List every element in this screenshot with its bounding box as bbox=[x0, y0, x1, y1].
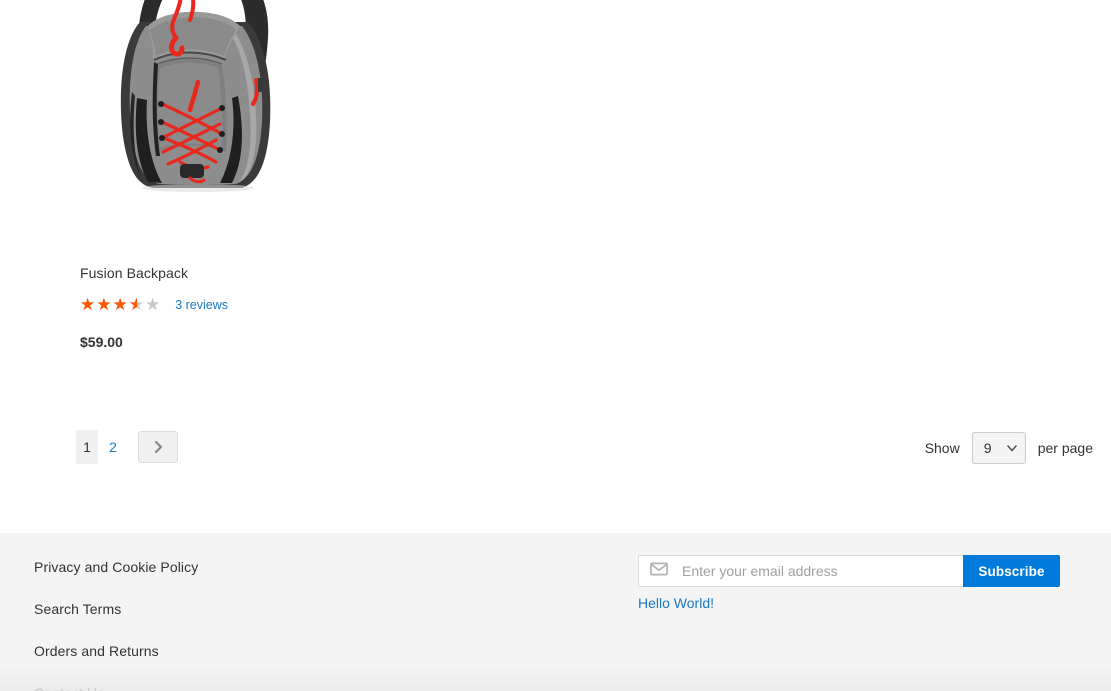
page-root: Fusion Backpack ★★★★★ ★★★★★ 3 reviews $5… bbox=[0, 0, 1111, 691]
footer-link-list: Privacy and Cookie Policy Search Terms O… bbox=[34, 553, 454, 691]
per-page-selected-value: 9 bbox=[983, 440, 992, 456]
per-page-limiter: Show 9 per page bbox=[925, 432, 1093, 464]
footer-link-contact-us[interactable]: Contact Us bbox=[34, 679, 454, 691]
chevron-down-icon bbox=[1006, 442, 1018, 454]
page-footer: Privacy and Cookie Policy Search Terms O… bbox=[0, 533, 1111, 691]
envelope-icon bbox=[650, 562, 668, 580]
newsletter-form: Subscribe bbox=[638, 555, 1060, 587]
chevron-right-icon bbox=[152, 439, 165, 455]
footer-link-orders-and-returns[interactable]: Orders and Returns bbox=[34, 637, 454, 665]
pagination-page-1[interactable]: 1 bbox=[76, 430, 98, 464]
hello-world-link[interactable]: Hello World! bbox=[638, 595, 1062, 611]
product-name-link[interactable]: Fusion Backpack bbox=[80, 264, 320, 284]
products-toolbar: 1 2 Show 9 per page bbox=[0, 418, 1111, 480]
newsletter-subscribe-button[interactable]: Subscribe bbox=[963, 555, 1060, 587]
reviews-count-link[interactable]: 3 reviews bbox=[175, 298, 228, 312]
star-rating-filled-icons: ★★★★★ bbox=[80, 295, 137, 314]
limiter-prefix-label: Show bbox=[924, 440, 960, 456]
footer-link-search-terms[interactable]: Search Terms bbox=[34, 595, 454, 623]
per-page-select[interactable]: 9 bbox=[971, 432, 1026, 464]
newsletter-email-wrapper bbox=[638, 555, 963, 587]
newsletter-signup: Subscribe Hello World! bbox=[638, 555, 1062, 611]
limiter-suffix-label: per page bbox=[1037, 440, 1093, 456]
pagination-next-button[interactable] bbox=[138, 431, 178, 463]
pagination-page-2[interactable]: 2 bbox=[102, 430, 124, 464]
product-rating: ★★★★★ ★★★★★ 3 reviews bbox=[80, 295, 320, 314]
product-list: Fusion Backpack ★★★★★ ★★★★★ 3 reviews $5… bbox=[0, 0, 1111, 400]
pagination: 1 2 bbox=[76, 430, 178, 464]
newsletter-email-input[interactable] bbox=[668, 556, 963, 586]
star-rating[interactable]: ★★★★★ ★★★★★ bbox=[80, 295, 161, 314]
footer-link-privacy-and-cookie-policy[interactable]: Privacy and Cookie Policy bbox=[34, 553, 454, 581]
product-image[interactable] bbox=[80, 0, 320, 252]
product-price: $59.00 bbox=[80, 333, 123, 350]
product-item[interactable]: Fusion Backpack ★★★★★ ★★★★★ 3 reviews $5… bbox=[80, 0, 320, 350]
